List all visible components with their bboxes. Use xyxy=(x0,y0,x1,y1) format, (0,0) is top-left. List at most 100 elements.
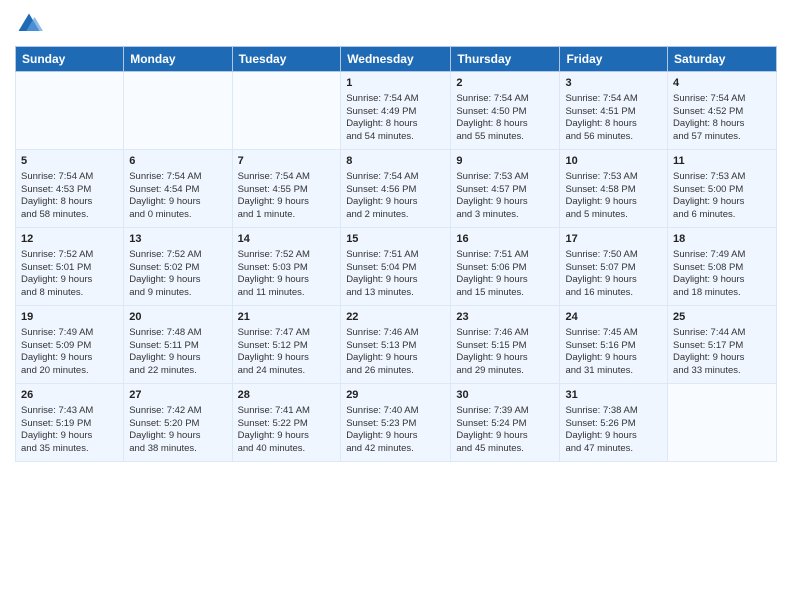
day-cell: 4Sunrise: 7:54 AMSunset: 4:52 PMDaylight… xyxy=(668,72,777,150)
day-info: Sunset: 5:11 PM xyxy=(129,340,226,353)
day-number: 31 xyxy=(565,388,662,403)
day-info: and 5 minutes. xyxy=(565,209,662,222)
day-number: 4 xyxy=(673,76,771,91)
header-cell-tuesday: Tuesday xyxy=(232,47,341,72)
day-cell: 14 Sunrise: 7:52 AMSunset: 5:03 PMDayligh… xyxy=(232,228,341,306)
day-info: and 13 minutes. xyxy=(346,287,445,300)
day-info: and 18 minutes. xyxy=(673,287,771,300)
day-number: 8 xyxy=(346,154,445,169)
day-number: 1 xyxy=(346,76,445,91)
day-cell: 22Sunrise: 7:46 AMSunset: 5:13 PMDayligh… xyxy=(341,306,451,384)
header-row: SundayMondayTuesdayWednesdayThursdayFrid… xyxy=(16,47,777,72)
day-info: and 1 minute. xyxy=(238,209,336,222)
week-row-1: 1Sunrise: 7:54 AMSunset: 4:49 PMDaylight… xyxy=(16,72,777,150)
day-cell xyxy=(232,72,341,150)
day-info: and 11 minutes. xyxy=(238,287,336,300)
day-info: Sunset: 5:22 PM xyxy=(238,418,336,431)
day-number: 20 xyxy=(129,310,226,325)
day-info: Sunrise: 7:54 AM xyxy=(21,171,118,184)
day-info: Daylight: 9 hours xyxy=(673,352,771,365)
day-info: Sunrise: 7:52 AM xyxy=(129,249,226,262)
day-info: Sunrise: 7:44 AM xyxy=(673,327,771,340)
day-cell: 12 Sunrise: 7:52 AMSunset: 5:01 PMDayligh… xyxy=(16,228,124,306)
day-number: 19 xyxy=(21,310,118,325)
day-number: 13 xyxy=(129,232,226,247)
logo-icon xyxy=(15,10,43,38)
day-number: 18 xyxy=(673,232,771,247)
day-info: Daylight: 9 hours xyxy=(456,352,554,365)
day-info: Daylight: 9 hours xyxy=(346,352,445,365)
day-info: Daylight: 9 hours xyxy=(21,274,118,287)
day-cell: 2Sunrise: 7:54 AMSunset: 4:50 PMDaylight… xyxy=(451,72,560,150)
day-info: and 22 minutes. xyxy=(129,365,226,378)
day-info: Daylight: 9 hours xyxy=(129,352,226,365)
day-cell: 16Sunrise: 7:51 AMSunset: 5:06 PMDayligh… xyxy=(451,228,560,306)
day-number: 29 xyxy=(346,388,445,403)
day-cell: 17Sunrise: 7:50 AMSunset: 5:07 PMDayligh… xyxy=(560,228,668,306)
day-number: 7 xyxy=(238,154,336,169)
day-info: Sunset: 5:04 PM xyxy=(346,262,445,275)
day-info: and 54 minutes. xyxy=(346,131,445,144)
day-info: Sunset: 4:56 PM xyxy=(346,184,445,197)
day-info: Sunset: 5:01 PM xyxy=(21,262,118,275)
day-info: Sunrise: 7:53 AM xyxy=(673,171,771,184)
day-info: Daylight: 9 hours xyxy=(346,430,445,443)
day-number: 5 xyxy=(21,154,118,169)
day-info: Daylight: 9 hours xyxy=(238,196,336,209)
day-info: Sunset: 4:58 PM xyxy=(565,184,662,197)
day-info: Sunrise: 7:53 AM xyxy=(565,171,662,184)
day-info: and 31 minutes. xyxy=(565,365,662,378)
day-info: Sunrise: 7:53 AM xyxy=(456,171,554,184)
day-info: Daylight: 9 hours xyxy=(129,274,226,287)
day-info: Sunrise: 7:42 AM xyxy=(129,405,226,418)
day-cell: 19Sunrise: 7:49 AMSunset: 5:09 PMDayligh… xyxy=(16,306,124,384)
day-info: Sunrise: 7:54 AM xyxy=(673,93,771,106)
day-cell: 15Sunrise: 7:51 AMSunset: 5:04 PMDayligh… xyxy=(341,228,451,306)
day-info: Sunset: 5:20 PM xyxy=(129,418,226,431)
day-cell: 18Sunrise: 7:49 AMSunset: 5:08 PMDayligh… xyxy=(668,228,777,306)
day-info: Sunset: 5:06 PM xyxy=(456,262,554,275)
day-info: Daylight: 9 hours xyxy=(456,274,554,287)
day-info: Sunrise: 7:46 AM xyxy=(456,327,554,340)
day-info: Sunrise: 7:54 AM xyxy=(346,171,445,184)
day-info: Sunset: 5:19 PM xyxy=(21,418,118,431)
day-info: Sunset: 5:07 PM xyxy=(565,262,662,275)
day-info: and 6 minutes. xyxy=(673,209,771,222)
day-cell xyxy=(124,72,232,150)
day-number: 23 xyxy=(456,310,554,325)
day-cell: 31Sunrise: 7:38 AMSunset: 5:26 PMDayligh… xyxy=(560,384,668,462)
day-info: Sunset: 5:23 PM xyxy=(346,418,445,431)
day-info: Sunrise: 7:45 AM xyxy=(565,327,662,340)
header-cell-sunday: Sunday xyxy=(16,47,124,72)
day-info: Sunrise: 7:52 AM xyxy=(21,249,118,262)
day-number: 14 xyxy=(238,232,336,247)
day-number: 25 xyxy=(673,310,771,325)
day-info: Sunrise: 7:39 AM xyxy=(456,405,554,418)
day-info: Sunrise: 7:50 AM xyxy=(565,249,662,262)
day-number: 12 xyxy=(21,232,118,247)
day-info: and 29 minutes. xyxy=(456,365,554,378)
day-cell: 10Sunrise: 7:53 AMSunset: 4:58 PMDayligh… xyxy=(560,150,668,228)
day-info: Sunset: 5:17 PM xyxy=(673,340,771,353)
header-cell-monday: Monday xyxy=(124,47,232,72)
day-info: and 38 minutes. xyxy=(129,443,226,456)
day-info: and 9 minutes. xyxy=(129,287,226,300)
day-cell: 29 Sunrise: 7:40 AMSunset: 5:23 PMDayligh… xyxy=(341,384,451,462)
day-info: Sunrise: 7:40 AM xyxy=(346,405,445,418)
day-info: and 8 minutes. xyxy=(21,287,118,300)
week-row-2: 5Sunrise: 7:54 AMSunset: 4:53 PMDaylight… xyxy=(16,150,777,228)
day-info: Daylight: 9 hours xyxy=(238,274,336,287)
header-cell-thursday: Thursday xyxy=(451,47,560,72)
day-info: Sunrise: 7:48 AM xyxy=(129,327,226,340)
day-info: Sunset: 5:03 PM xyxy=(238,262,336,275)
day-info: Sunset: 5:13 PM xyxy=(346,340,445,353)
day-cell: 3Sunrise: 7:54 AMSunset: 4:51 PMDaylight… xyxy=(560,72,668,150)
day-info: Daylight: 9 hours xyxy=(565,274,662,287)
day-number: 10 xyxy=(565,154,662,169)
day-info: Sunrise: 7:54 AM xyxy=(129,171,226,184)
day-cell xyxy=(16,72,124,150)
calendar-header: SundayMondayTuesdayWednesdayThursdayFrid… xyxy=(16,47,777,72)
day-info: Sunrise: 7:52 AM xyxy=(238,249,336,262)
day-info: Sunrise: 7:49 AM xyxy=(673,249,771,262)
day-info: Sunrise: 7:54 AM xyxy=(565,93,662,106)
